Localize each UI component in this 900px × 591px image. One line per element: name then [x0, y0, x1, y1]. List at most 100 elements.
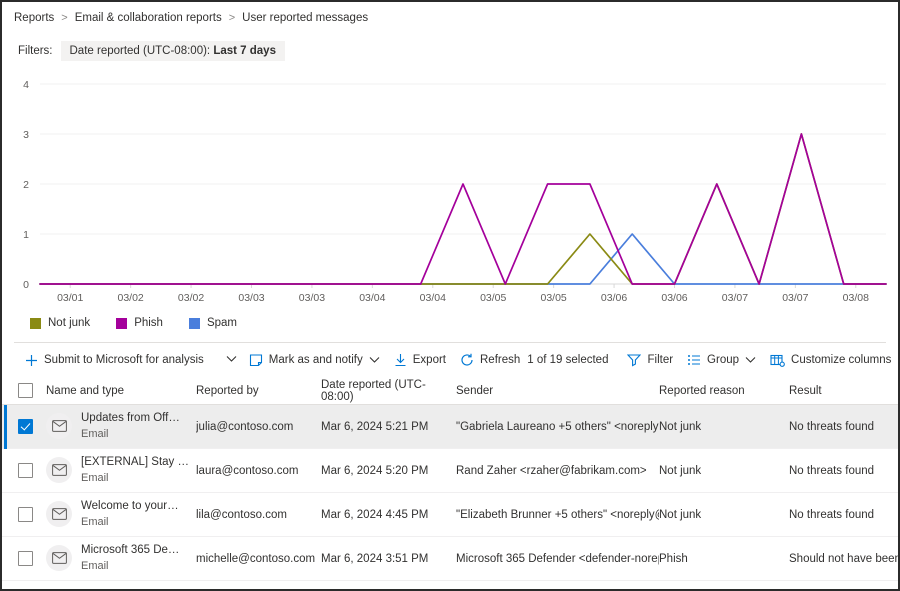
breadcrumb-separator-icon: >	[61, 12, 68, 24]
svg-text:03/04: 03/04	[420, 292, 446, 304]
cell-sender: Rand Zaher <rzaher@fabrikam.com>	[456, 464, 647, 477]
message-envelope-icon	[46, 545, 72, 572]
refresh-button[interactable]: Refresh	[453, 349, 527, 371]
breadcrumb-item-reports[interactable]: Reports	[14, 12, 54, 24]
legend-label: Not junk	[48, 317, 91, 329]
cell-date-reported: Mar 6, 2024 4:45 PM	[321, 508, 429, 521]
column-header-result[interactable]: Result	[789, 385, 898, 397]
breadcrumb-separator-icon: >	[228, 12, 236, 24]
cell-reported-reason: Not junk	[659, 508, 702, 521]
legend-swatch-icon	[30, 317, 41, 329]
cell-reported-reason: Not junk	[659, 464, 702, 477]
cell-result: No threats found	[789, 508, 875, 521]
breadcrumb: Reports > Email & collaboration reports …	[2, 2, 898, 28]
customize-columns-label: Customize columns	[791, 354, 892, 366]
mark-as-chevron-down-icon[interactable]	[369, 356, 380, 364]
svg-text:03/07: 03/07	[722, 292, 748, 304]
message-name: [EXTERNAL] Stay …	[81, 456, 190, 469]
message-type: Email	[81, 427, 109, 440]
cell-name-and-type: Microsoft 365 De… Email	[46, 543, 196, 573]
filter-chip-date-reported[interactable]: Date reported (UTC-08:00): Last 7 days	[60, 41, 285, 61]
column-header-reported-reason[interactable]: Reported reason	[659, 385, 789, 397]
export-button[interactable]: Export	[387, 349, 453, 371]
svg-text:03/02: 03/02	[178, 292, 204, 304]
legend-item-not-junk[interactable]: Not junk	[30, 317, 90, 329]
reported-messages-table: Name and type Reported by Date reported …	[2, 377, 898, 581]
mark-as-and-notify-button[interactable]: Mark as and notify	[242, 349, 387, 371]
cell-sender: "Elizabeth Brunner +5 others" <noreply@y…	[456, 508, 659, 521]
export-label: Export	[412, 354, 446, 366]
breadcrumb-item-email-collaboration-reports[interactable]: Email & collaboration reports	[75, 12, 222, 24]
message-name: Microsoft 365 De…	[81, 544, 180, 557]
row-checkbox-cell[interactable]	[18, 551, 46, 566]
group-button[interactable]: Group	[680, 349, 763, 371]
table-row[interactable]: [EXTERNAL] Stay … Email laura@contoso.com M…	[2, 449, 898, 493]
legend-swatch-icon	[188, 317, 200, 329]
filter-chip-value: Last 7 days	[213, 45, 276, 57]
legend-item-spam[interactable]: Spam	[188, 317, 238, 329]
table-row[interactable]: Welcome to your… Email lila@contoso.com Mar…	[2, 493, 898, 537]
group-label: Group	[707, 354, 740, 366]
legend-label: Spam	[206, 317, 238, 329]
row-checkbox[interactable]	[18, 463, 33, 478]
row-checkbox-cell[interactable]	[18, 507, 46, 522]
mark-as-and-notify-label: Mark as and notify	[268, 354, 363, 366]
message-envelope-icon	[46, 413, 72, 440]
chart-canvas: 0 1 2 3 4 03/01 03/02 03/02 03/03 03/03 03/04 03/04…	[23, 79, 887, 304]
svg-text:1: 1	[23, 229, 29, 241]
message-type: Email	[81, 471, 109, 484]
svg-text:03/08: 03/08	[843, 292, 869, 304]
submit-options-chevron-down-icon[interactable]	[221, 351, 242, 369]
tag-note-icon	[249, 353, 263, 367]
cell-sender: Microsoft 365 Defender <defender-noreply…	[456, 552, 659, 565]
submit-to-microsoft-button[interactable]: Submit to Microsoft for analysis	[18, 350, 211, 371]
legend-swatch-icon	[116, 317, 128, 329]
message-name: Updates from Off…	[81, 412, 180, 425]
column-header-date-reported[interactable]: Date reported (UTC-08:00)	[321, 379, 456, 403]
submit-to-microsoft-label: Submit to Microsoft for analysis	[44, 354, 204, 366]
select-all-checkbox-cell[interactable]	[18, 383, 46, 398]
customize-columns-button[interactable]: Customize columns	[763, 349, 898, 371]
cell-reported-reason: Phish	[659, 552, 688, 565]
row-checkbox[interactable]	[18, 419, 33, 434]
legend-item-phish[interactable]: Phish	[116, 317, 163, 329]
group-list-icon	[687, 353, 701, 367]
cell-result: No threats found	[789, 420, 875, 433]
row-checkbox[interactable]	[18, 551, 33, 566]
message-name: Welcome to your…	[81, 500, 179, 513]
refresh-label: Refresh	[480, 354, 521, 366]
cell-name-and-type: Updates from Off… Email	[46, 411, 196, 441]
breadcrumb-item-user-reported-messages[interactable]: User reported messages	[242, 12, 368, 24]
row-checkbox[interactable]	[18, 507, 33, 522]
svg-text:03/04: 03/04	[359, 292, 385, 304]
svg-text:03/03: 03/03	[238, 292, 264, 304]
download-icon	[394, 353, 407, 367]
column-header-name-and-type[interactable]: Name and type	[46, 385, 196, 397]
table-row[interactable]: Updates from Off… Email julia@contoso.com M…	[2, 404, 898, 449]
svg-text:03/06: 03/06	[661, 292, 687, 304]
table-header-row: Name and type Reported by Date reported …	[2, 377, 898, 405]
cell-reported-by: julia@contoso.com	[196, 420, 294, 433]
cell-sender: "Gabriela Laureano +5 others" <noreply@y…	[456, 420, 659, 433]
cell-reported-by: michelle@contoso.com	[196, 552, 316, 565]
row-checkbox-cell[interactable]	[18, 419, 46, 434]
svg-text:4: 4	[23, 79, 29, 91]
table-row[interactable]: Microsoft 365 De… Email michelle@contoso.c…	[2, 537, 898, 581]
cell-date-reported: Mar 6, 2024 3:51 PM	[321, 552, 429, 565]
column-header-sender[interactable]: Sender	[456, 385, 659, 397]
legend-label: Phish	[134, 317, 163, 329]
user-reported-messages-chart: 0 1 2 3 4 03/01 03/02 03/02 03/03 03/03 03/04 03/04…	[2, 72, 898, 308]
filters-bar: Filters: Date reported (UTC-08:00): Last…	[2, 36, 898, 66]
message-type: Email	[81, 559, 109, 572]
svg-text:03/05: 03/05	[480, 292, 506, 304]
command-toolbar: Submit to Microsoft for analysis Mark as…	[2, 343, 898, 377]
filters-label: Filters:	[18, 45, 53, 57]
group-chevron-down-icon[interactable]	[745, 356, 756, 364]
filter-label: Filter	[647, 354, 674, 366]
row-checkbox-cell[interactable]	[18, 463, 46, 478]
cell-name-and-type: [EXTERNAL] Stay … Email	[46, 455, 196, 485]
filter-button[interactable]: Filter	[620, 349, 680, 371]
column-header-reported-by[interactable]: Reported by	[196, 385, 321, 397]
columns-icon	[770, 353, 785, 367]
select-all-checkbox[interactable]	[18, 383, 33, 398]
